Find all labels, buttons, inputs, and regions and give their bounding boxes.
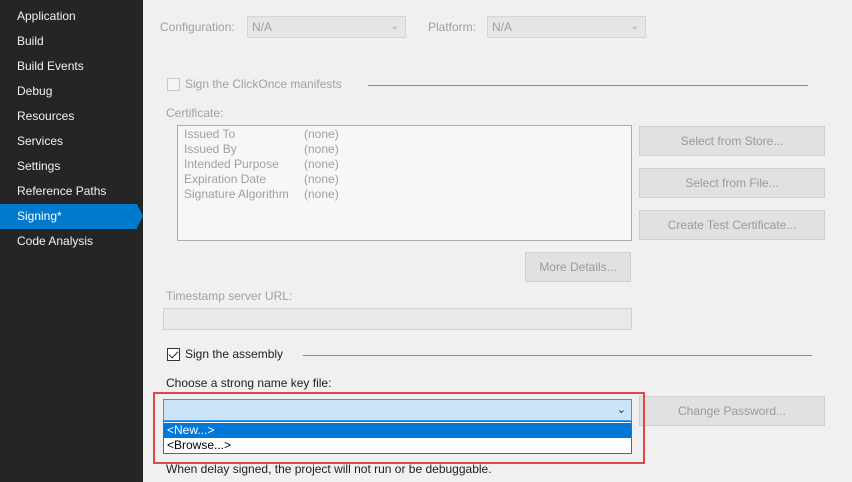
sidebar-item-reference-paths[interactable]: Reference Paths: [0, 179, 137, 204]
sidebar-item-resources[interactable]: Resources: [0, 104, 137, 129]
more-details-button[interactable]: More Details...: [525, 252, 631, 282]
cert-value: (none): [304, 187, 339, 201]
chevron-down-icon: ⌄: [390, 21, 399, 32]
chevron-down-icon: ⌄: [630, 21, 639, 32]
select-from-file-button[interactable]: Select from File...: [639, 168, 825, 198]
platform-label: Platform:: [428, 20, 477, 34]
platform-select[interactable]: N/A ⌄: [487, 16, 646, 38]
cert-key: Issued To: [184, 127, 236, 141]
sign-manifests-checkbox[interactable]: [167, 78, 180, 91]
configuration-value: N/A: [252, 20, 273, 34]
sidebar-item-code-analysis[interactable]: Code Analysis: [0, 229, 137, 254]
sidebar-item-application[interactable]: Application: [0, 4, 137, 29]
section-divider: [303, 355, 812, 356]
sidebar-item-services[interactable]: Services: [0, 129, 137, 154]
timestamp-url-input[interactable]: [163, 308, 632, 330]
sign-manifests-label: Sign the ClickOnce manifests: [185, 77, 342, 91]
sidebar-item-build[interactable]: Build: [0, 29, 137, 54]
configuration-label: Configuration:: [160, 20, 235, 34]
change-password-button[interactable]: Change Password...: [639, 396, 825, 426]
certificate-label: Certificate:: [166, 106, 224, 120]
certificate-details-box: Issued To (none) Issued By (none) Intend…: [177, 125, 632, 241]
sidebar-item-debug[interactable]: Debug: [0, 79, 137, 104]
sidebar: Application Build Build Events Debug Res…: [0, 0, 143, 482]
cert-key: Expiration Date: [184, 172, 267, 186]
sidebar-item-signing[interactable]: Signing*: [0, 204, 137, 229]
section-divider: [368, 85, 808, 86]
cert-key: Signature Algorithm: [184, 187, 289, 201]
platform-value: N/A: [492, 20, 513, 34]
annotation-highlight-box: [153, 392, 645, 464]
cert-value: (none): [304, 127, 339, 141]
cert-value: (none): [304, 142, 339, 156]
configuration-select[interactable]: N/A ⌄: [247, 16, 406, 38]
sign-assembly-label: Sign the assembly: [185, 347, 284, 361]
sign-assembly-checkbox[interactable]: [167, 348, 180, 361]
select-from-store-button[interactable]: Select from Store...: [639, 126, 825, 156]
sidebar-item-settings[interactable]: Settings: [0, 154, 137, 179]
delay-sign-note: When delay signed, the project will not …: [166, 462, 492, 476]
timestamp-label: Timestamp server URL:: [166, 289, 293, 303]
sidebar-item-build-events[interactable]: Build Events: [0, 54, 137, 79]
cert-key: Issued By: [184, 142, 237, 156]
cert-key: Intended Purpose: [184, 157, 279, 171]
key-file-label: Choose a strong name key file:: [166, 376, 332, 390]
create-test-certificate-button[interactable]: Create Test Certificate...: [639, 210, 825, 240]
active-indicator-arrow: [137, 204, 143, 228]
cert-value: (none): [304, 157, 339, 171]
cert-value: (none): [304, 172, 339, 186]
